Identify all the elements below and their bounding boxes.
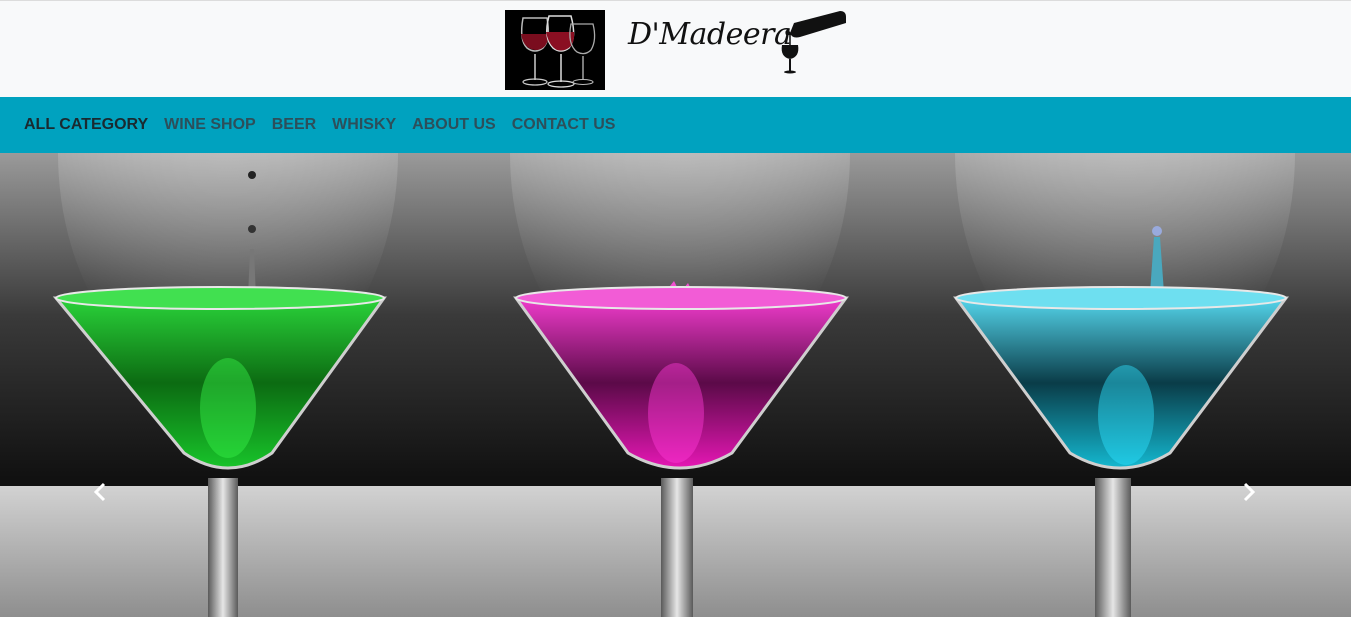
hero-carousel[interactable] bbox=[0, 153, 1351, 617]
carousel-prev-button[interactable] bbox=[80, 453, 120, 531]
wine-glasses-logo[interactable] bbox=[505, 10, 605, 90]
nav-contact-us[interactable]: CONTACT US bbox=[512, 116, 616, 134]
nav-menu: ALL CATEGORY WINE SHOP BEER WHISKY ABOUT… bbox=[0, 97, 1351, 153]
chevron-right-icon bbox=[1243, 482, 1256, 502]
nav-about-us[interactable]: ABOUT US bbox=[412, 116, 496, 134]
cocktail-glasses-image bbox=[0, 153, 1351, 617]
main-navbar: ALL CATEGORY WINE SHOP BEER WHISKY ABOUT… bbox=[0, 97, 1351, 153]
carousel-next-button[interactable] bbox=[1229, 453, 1269, 531]
wine-bottle-pour-icon bbox=[778, 9, 850, 75]
nav-wine-shop[interactable]: WINE SHOP bbox=[164, 116, 256, 134]
brand-name[interactable]: D'Madeera bbox=[628, 17, 792, 61]
nav-whisky[interactable]: WHISKY bbox=[332, 116, 396, 134]
nav-all-category[interactable]: ALL CATEGORY bbox=[24, 116, 148, 134]
chevron-left-icon bbox=[93, 482, 106, 502]
nav-beer[interactable]: BEER bbox=[272, 116, 316, 134]
site-header: D'Madeera bbox=[0, 0, 1351, 97]
